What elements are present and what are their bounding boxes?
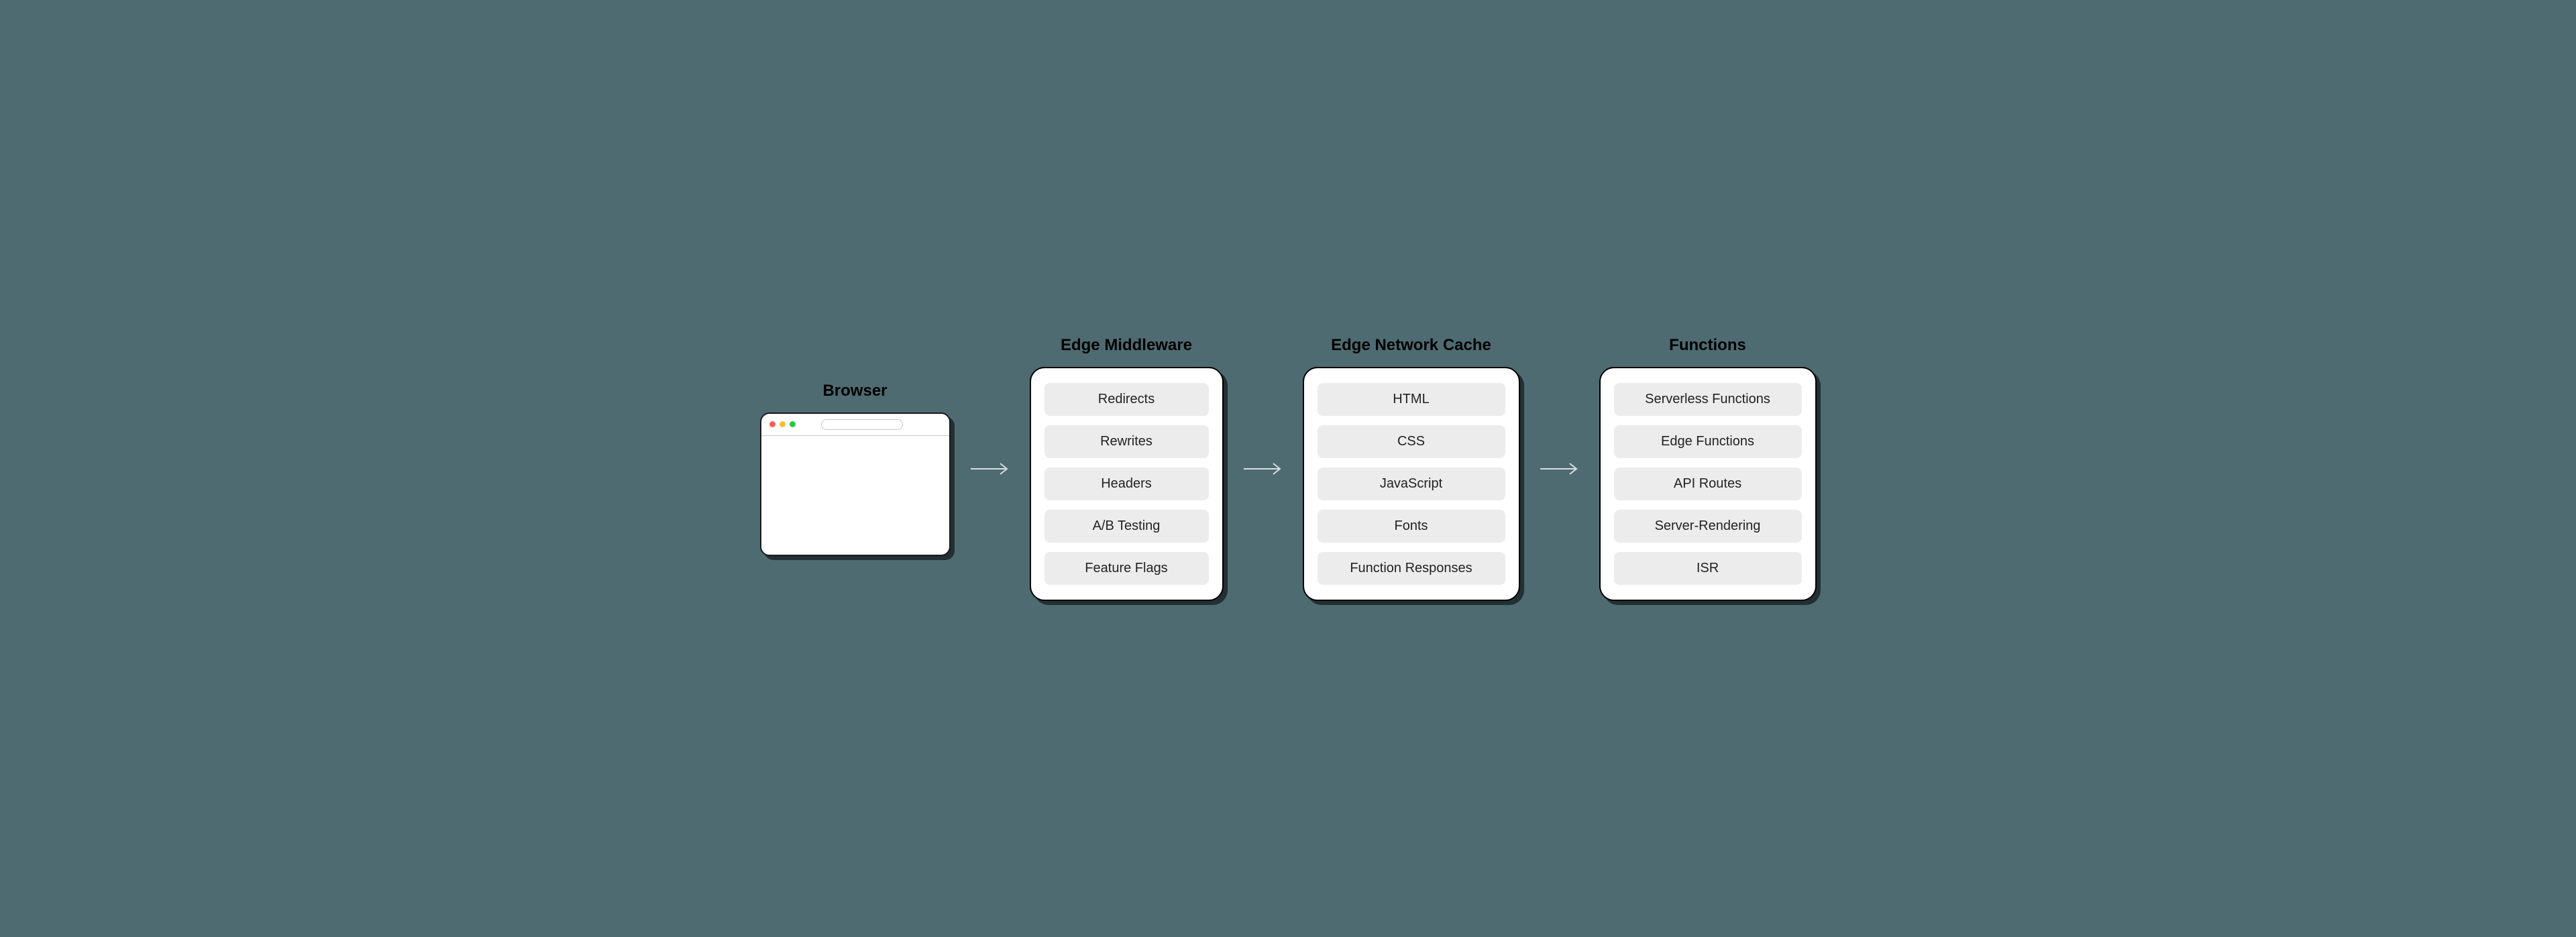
chip-server-rendering: Server-Rendering xyxy=(1614,510,1802,543)
chip-css: CSS xyxy=(1318,425,1505,458)
column-browser: Browser xyxy=(760,382,951,556)
column-title-middleware: Edge Middleware xyxy=(1061,336,1192,355)
traffic-light-yellow-icon xyxy=(780,421,786,427)
chip-feature-flags: Feature Flags xyxy=(1044,552,1209,585)
column-title-browser: Browser xyxy=(822,382,887,400)
arrow-right-icon xyxy=(969,461,1011,477)
architecture-diagram: Browser Edge Middleware Redirects Rewrit… xyxy=(760,336,1817,601)
arrow-right-icon xyxy=(1242,461,1284,477)
column-edge-middleware: Edge Middleware Redirects Rewrites Heade… xyxy=(1030,336,1224,601)
chip-headers: Headers xyxy=(1044,467,1209,500)
arrow-right-icon xyxy=(1539,461,1580,477)
traffic-lights-icon xyxy=(769,421,796,427)
card-functions: Serverless Functions Edge Functions API … xyxy=(1599,367,1817,601)
chip-fonts: Fonts xyxy=(1318,510,1505,543)
url-bar-placeholder-icon xyxy=(821,419,903,430)
chip-redirects: Redirects xyxy=(1044,383,1209,416)
chip-ab-testing: A/B Testing xyxy=(1044,510,1209,543)
chip-html: HTML xyxy=(1318,383,1505,416)
chip-function-responses: Function Responses xyxy=(1318,552,1505,585)
column-title-functions: Functions xyxy=(1669,336,1746,355)
chip-edge-functions: Edge Functions xyxy=(1614,425,1802,458)
chip-javascript: JavaScript xyxy=(1318,467,1505,500)
card-edge-middleware: Redirects Rewrites Headers A/B Testing F… xyxy=(1030,367,1224,601)
chip-api-routes: API Routes xyxy=(1614,467,1802,500)
chip-serverless-functions: Serverless Functions xyxy=(1614,383,1802,416)
card-edge-network-cache: HTML CSS JavaScript Fonts Function Respo… xyxy=(1303,367,1520,601)
column-functions: Functions Serverless Functions Edge Func… xyxy=(1599,336,1817,601)
chip-isr: ISR xyxy=(1614,552,1802,585)
traffic-light-green-icon xyxy=(790,421,796,427)
column-title-cache: Edge Network Cache xyxy=(1331,336,1491,355)
browser-title-bar xyxy=(761,414,949,436)
column-edge-network-cache: Edge Network Cache HTML CSS JavaScript F… xyxy=(1303,336,1520,601)
chip-rewrites: Rewrites xyxy=(1044,425,1209,458)
browser-window-icon xyxy=(760,412,951,556)
traffic-light-red-icon xyxy=(769,421,775,427)
